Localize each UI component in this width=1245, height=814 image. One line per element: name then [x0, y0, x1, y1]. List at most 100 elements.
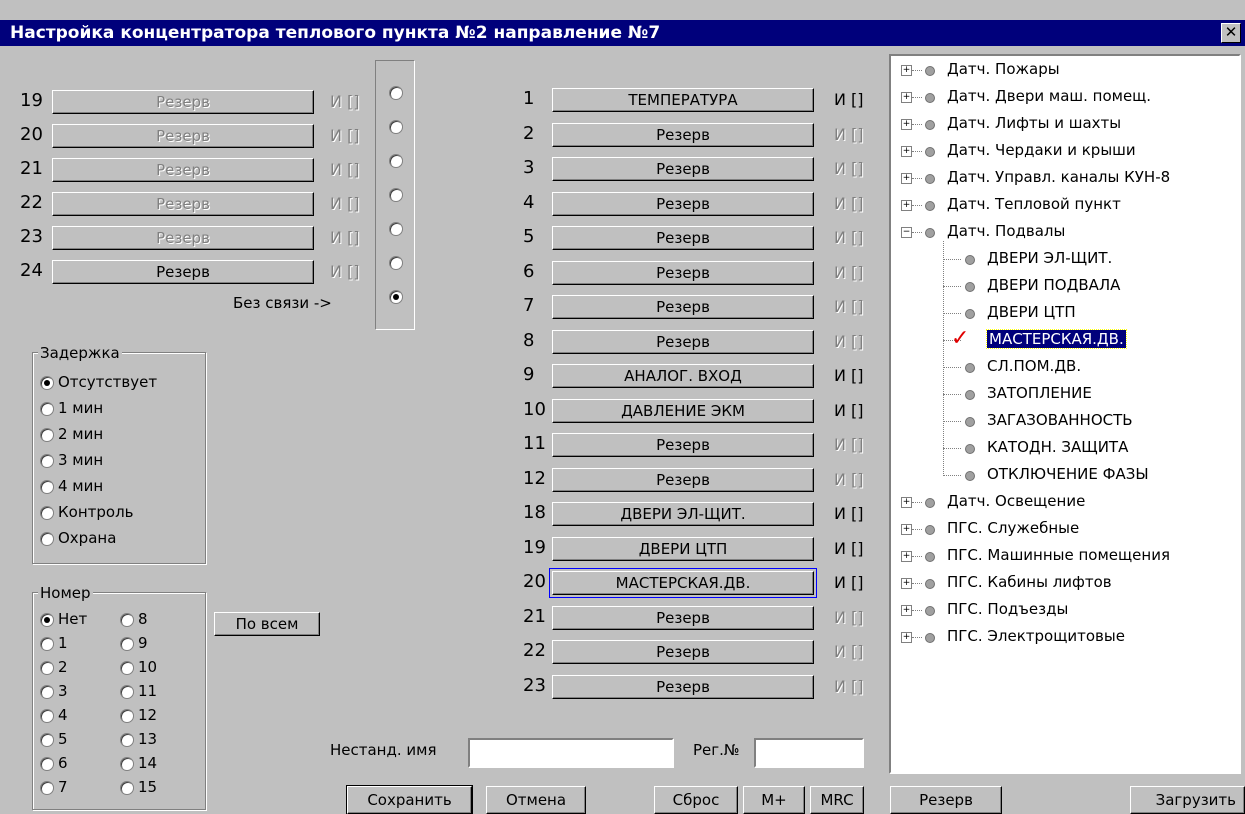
- memory-recall-button[interactable]: MRC: [810, 786, 864, 814]
- delay-radio[interactable]: [40, 480, 54, 494]
- number-radio[interactable]: [120, 685, 134, 699]
- tree-child-item[interactable]: ДВЕРИ ЦТП: [987, 303, 1076, 321]
- connection-radio[interactable]: [389, 290, 403, 304]
- tree-group-item[interactable]: Датч. Управл. каналы КУН-8: [947, 168, 1170, 186]
- tree-group-item[interactable]: Датч. Подвалы: [947, 222, 1065, 240]
- tree-child-item[interactable]: ЗАГАЗОВАННОСТЬ: [987, 411, 1133, 429]
- channel-button[interactable]: Резерв: [552, 329, 814, 354]
- delay-radio[interactable]: [40, 402, 54, 416]
- expand-icon[interactable]: +: [901, 146, 912, 157]
- connection-radio[interactable]: [389, 256, 403, 270]
- expand-icon[interactable]: +: [901, 524, 912, 535]
- cancel-button[interactable]: Отмена: [486, 786, 586, 814]
- channel-button[interactable]: МАСТЕРСКАЯ.ДВ.: [549, 568, 817, 598]
- expand-icon[interactable]: +: [901, 578, 912, 589]
- save-button[interactable]: Сохранить: [346, 785, 473, 814]
- channel-button[interactable]: Резерв: [52, 192, 314, 216]
- tree-child-item[interactable]: ОТКЛЮЧЕНИЕ ФАЗЫ: [987, 465, 1149, 483]
- tree-child-item[interactable]: КАТОДН. ЗАЩИТА: [987, 438, 1128, 456]
- expand-icon[interactable]: +: [901, 497, 912, 508]
- load-button[interactable]: Загрузить: [1130, 786, 1245, 814]
- tree-group-item[interactable]: ПГС. Машинные помещения: [947, 546, 1170, 564]
- tree-group-item[interactable]: ПГС. Кабины лифтов: [947, 573, 1112, 591]
- channel-button[interactable]: Резерв: [552, 260, 814, 285]
- channel-button[interactable]: Резерв: [552, 674, 814, 699]
- number-radio[interactable]: [120, 781, 134, 795]
- number-radio[interactable]: [120, 637, 134, 651]
- channel-button[interactable]: ДВЕРИ ЦТП: [552, 536, 814, 561]
- channel-button[interactable]: Резерв: [552, 640, 814, 664]
- channel-button[interactable]: Резерв: [552, 433, 814, 457]
- tree-child-item[interactable]: ДВЕРИ ЭЛ-ЩИТ.: [987, 249, 1112, 267]
- connection-radio[interactable]: [389, 154, 403, 168]
- tree-group-item[interactable]: Датч. Лифты и шахты: [947, 114, 1121, 132]
- expand-icon[interactable]: +: [901, 119, 912, 130]
- number-radio[interactable]: [40, 661, 54, 675]
- number-radio[interactable]: [120, 757, 134, 771]
- number-radio[interactable]: [120, 709, 134, 723]
- close-button[interactable]: ✕: [1221, 23, 1241, 43]
- number-radio[interactable]: [40, 733, 54, 747]
- tree-child-item[interactable]: ЗАТОПЛЕНИЕ: [987, 384, 1092, 402]
- memory-plus-button[interactable]: M+: [743, 786, 805, 814]
- tree-group-item[interactable]: ПГС. Электрощитовые: [947, 627, 1125, 645]
- number-radio[interactable]: [40, 613, 54, 627]
- expand-icon[interactable]: +: [901, 173, 912, 184]
- expand-icon[interactable]: +: [901, 605, 912, 616]
- tree-child-item[interactable]: МАСТЕРСКАЯ.ДВ.: [986, 329, 1127, 349]
- tree-child-item[interactable]: ДВЕРИ ПОДВАЛА: [987, 276, 1120, 294]
- tree-group-item[interactable]: Датч. Двери маш. помещ.: [947, 87, 1151, 105]
- channel-button[interactable]: Резерв: [52, 124, 314, 148]
- delay-radio[interactable]: [40, 428, 54, 442]
- tree-group-item[interactable]: Датч. Тепловой пункт: [947, 195, 1121, 213]
- reset-button[interactable]: Сброс: [654, 786, 738, 814]
- delay-radio[interactable]: [40, 376, 54, 390]
- tree-group-item[interactable]: ПГС. Служебные: [947, 519, 1079, 537]
- expand-icon[interactable]: +: [901, 632, 912, 643]
- collapse-icon[interactable]: −: [901, 227, 912, 238]
- channel-button[interactable]: Резерв: [552, 226, 814, 250]
- number-radio[interactable]: [40, 637, 54, 651]
- connection-radio[interactable]: [389, 86, 403, 100]
- number-radio[interactable]: [40, 757, 54, 771]
- channel-button[interactable]: ТЕМПЕРАТУРА: [552, 88, 814, 112]
- channel-button[interactable]: Резерв: [552, 191, 814, 216]
- channel-button[interactable]: ДАВЛЕНИЕ ЭКМ: [552, 398, 814, 423]
- expand-icon[interactable]: +: [901, 200, 912, 211]
- expand-icon[interactable]: +: [901, 551, 912, 562]
- number-radio[interactable]: [120, 613, 134, 627]
- all-button[interactable]: По всем: [214, 612, 320, 636]
- channel-button[interactable]: Резерв: [52, 260, 314, 284]
- tree-group-item[interactable]: Датч. Чердаки и крыши: [947, 141, 1136, 159]
- expand-icon[interactable]: +: [901, 65, 912, 76]
- connection-radio[interactable]: [389, 188, 403, 202]
- number-radio[interactable]: [40, 685, 54, 699]
- number-radio[interactable]: [40, 709, 54, 723]
- sensor-tree[interactable]: + Датч. Пожары + Датч. Двери маш. помещ. + Да…: [889, 54, 1241, 774]
- channel-button[interactable]: Резерв: [552, 122, 814, 147]
- channel-button[interactable]: Резерв: [52, 158, 314, 182]
- tree-group-item[interactable]: Датч. Освещение: [947, 492, 1085, 510]
- tree-group-item[interactable]: ПГС. Подъезды: [947, 600, 1068, 618]
- connection-radio[interactable]: [389, 120, 403, 134]
- channel-button[interactable]: ДВЕРИ ЭЛ-ЩИТ.: [552, 502, 814, 526]
- channel-button[interactable]: Резерв: [52, 90, 314, 114]
- channel-button[interactable]: АНАЛОГ. ВХОД: [552, 364, 814, 388]
- connection-radio[interactable]: [389, 222, 403, 236]
- delay-radio[interactable]: [40, 506, 54, 520]
- number-radio[interactable]: [120, 661, 134, 675]
- nonstd-name-input[interactable]: [468, 738, 674, 768]
- expand-icon[interactable]: +: [901, 92, 912, 103]
- number-radio[interactable]: [120, 733, 134, 747]
- channel-button[interactable]: Резерв: [552, 467, 814, 492]
- channel-button[interactable]: Резерв: [552, 157, 814, 181]
- tree-group-item[interactable]: Датч. Пожары: [947, 60, 1060, 78]
- reg-number-input[interactable]: [754, 738, 864, 768]
- number-radio[interactable]: [40, 781, 54, 795]
- reserve-button[interactable]: Резерв: [890, 786, 1002, 814]
- channel-button[interactable]: Резерв: [552, 295, 814, 319]
- channel-button[interactable]: Резерв: [552, 605, 814, 630]
- channel-button[interactable]: Резерв: [52, 226, 314, 250]
- delay-radio[interactable]: [40, 532, 54, 546]
- tree-child-item[interactable]: СЛ.ПОМ.ДВ.: [987, 357, 1081, 375]
